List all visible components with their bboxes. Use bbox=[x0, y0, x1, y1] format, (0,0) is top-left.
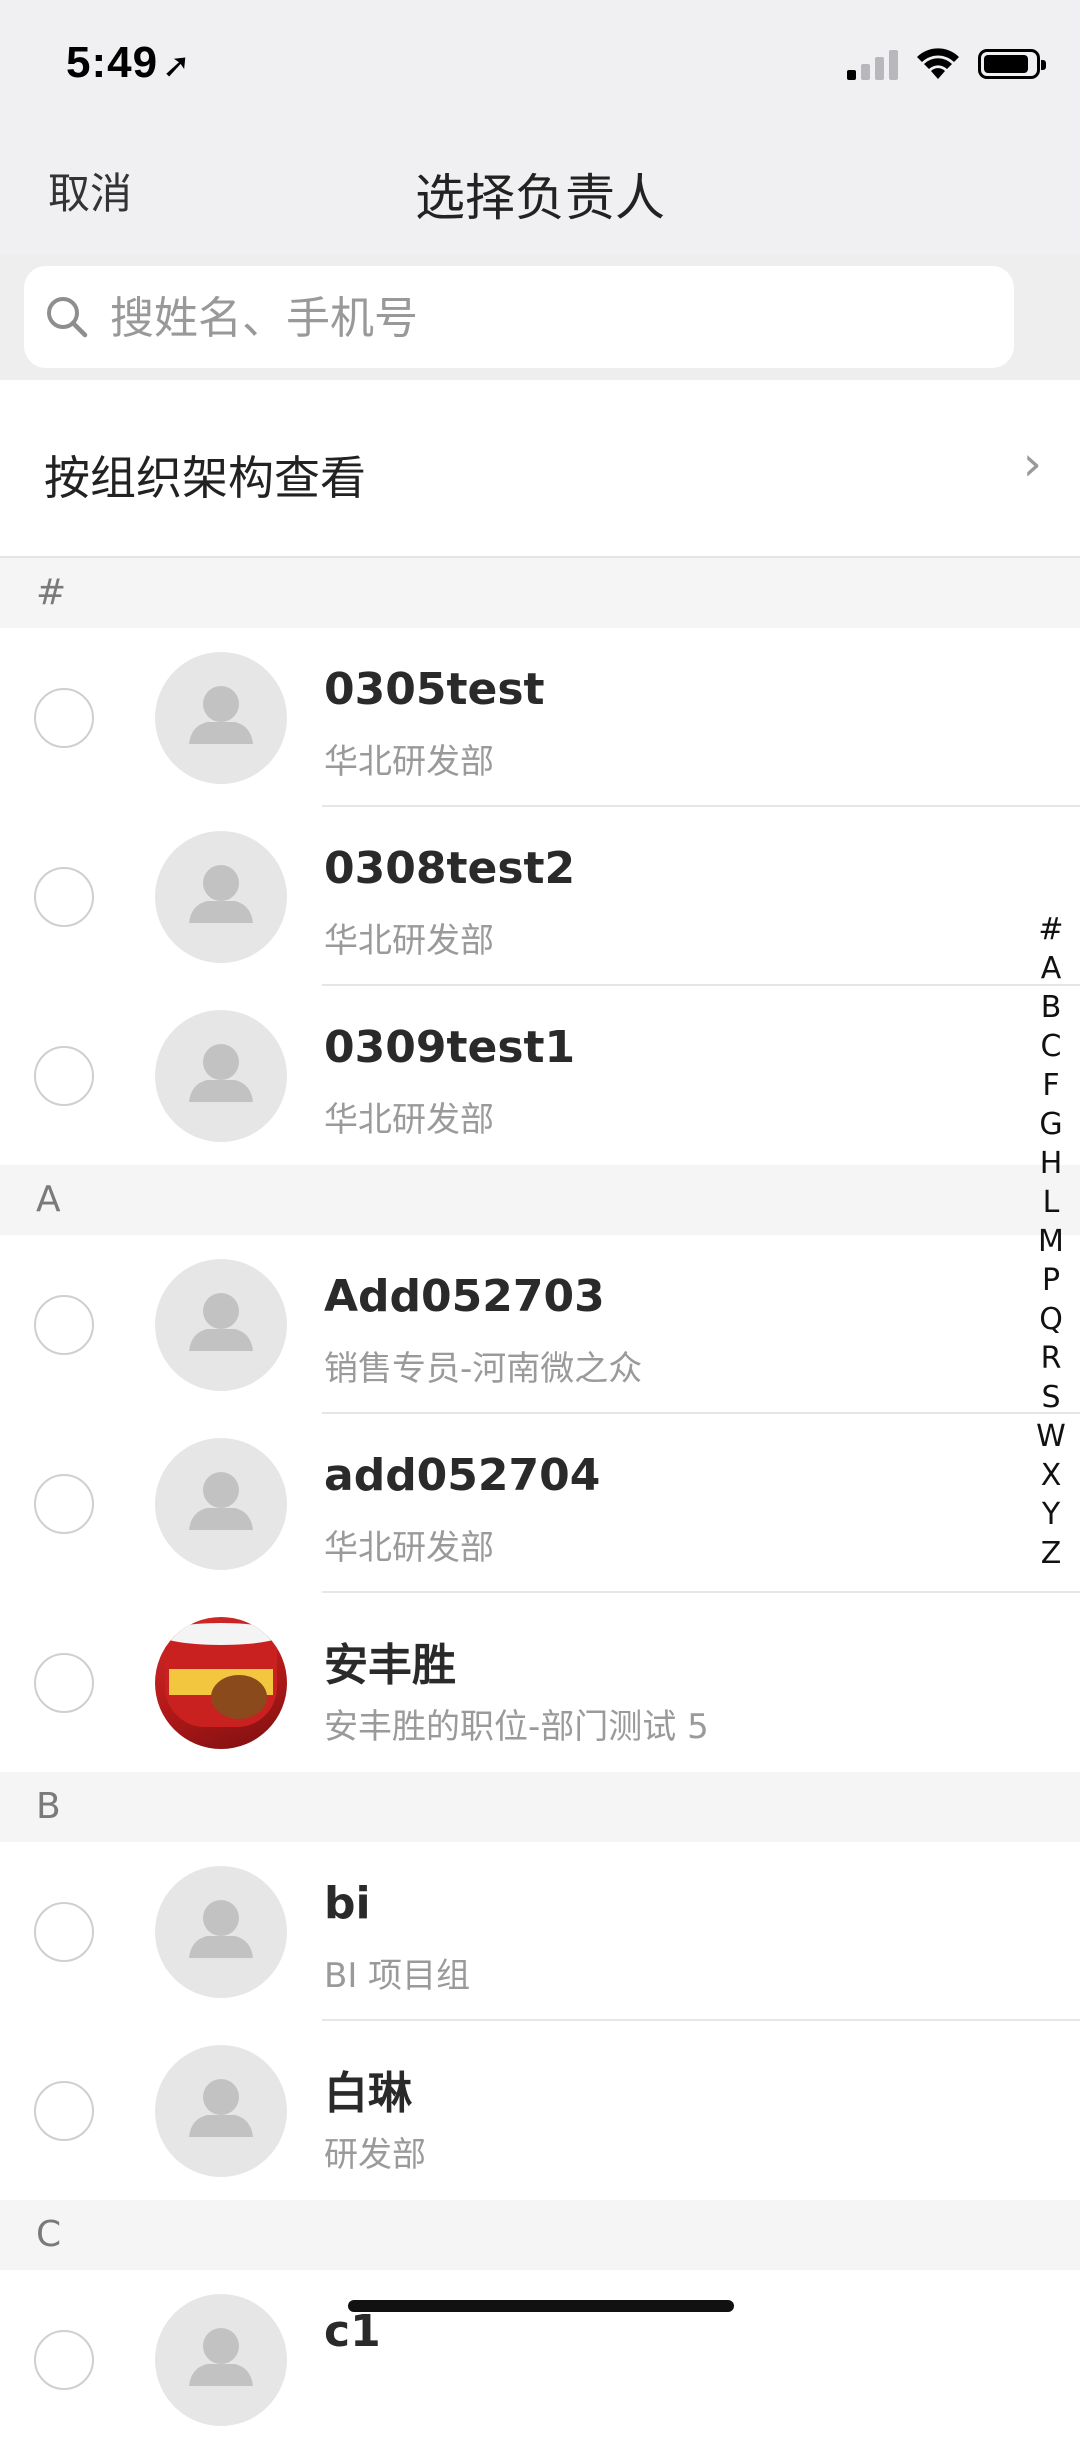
select-checkbox[interactable] bbox=[34, 867, 94, 927]
select-checkbox[interactable] bbox=[34, 1046, 94, 1106]
index-letter[interactable]: Q bbox=[1039, 1300, 1063, 1339]
avatar bbox=[155, 1259, 287, 1391]
section-header-hash: # bbox=[0, 558, 1080, 628]
index-letter[interactable]: H bbox=[1040, 1144, 1063, 1183]
contact-row[interactable]: Add052703 销售专员-河南微之众 bbox=[0, 1235, 1080, 1414]
person-placeholder-icon bbox=[189, 1472, 253, 1530]
contact-dept: 安丰胜的职位-部门测试 5 bbox=[324, 1707, 709, 1747]
org-structure-label: 按组织架构查看 bbox=[44, 451, 366, 505]
contact-name: add052704 bbox=[324, 1450, 601, 1501]
avatar bbox=[155, 1010, 287, 1142]
select-checkbox[interactable] bbox=[34, 1474, 94, 1534]
battery-icon bbox=[978, 49, 1046, 79]
contact-name: 安丰胜 bbox=[324, 1640, 456, 1691]
contact-row[interactable]: c1 bbox=[0, 2270, 1080, 2449]
index-letter[interactable]: P bbox=[1042, 1261, 1060, 1300]
index-letter[interactable]: F bbox=[1042, 1066, 1059, 1105]
person-placeholder-icon bbox=[189, 1293, 253, 1351]
index-letter[interactable]: B bbox=[1041, 988, 1062, 1027]
person-placeholder-icon bbox=[189, 2328, 253, 2386]
status-time: 5:49 ➚ bbox=[66, 38, 192, 88]
index-letter[interactable]: S bbox=[1041, 1378, 1060, 1417]
contact-name: 0309test1 bbox=[324, 1022, 576, 1073]
contact-dept: BI 项目组 bbox=[324, 1956, 471, 1996]
select-checkbox[interactable] bbox=[34, 2330, 94, 2390]
avatar bbox=[155, 1438, 287, 1570]
select-checkbox[interactable] bbox=[34, 1902, 94, 1962]
section-letter: C bbox=[36, 2214, 62, 2255]
person-placeholder-icon bbox=[189, 2079, 253, 2137]
contact-row[interactable]: 0305test 华北研发部 bbox=[0, 628, 1080, 807]
contact-row[interactable]: add052704 华北研发部 bbox=[0, 1414, 1080, 1593]
contact-name: c1 bbox=[324, 2306, 381, 2357]
person-placeholder-icon bbox=[189, 1044, 253, 1102]
avatar bbox=[155, 831, 287, 963]
chevron-right-icon: › bbox=[1022, 436, 1042, 492]
avatar bbox=[155, 1866, 287, 1998]
index-letter[interactable]: X bbox=[1041, 1456, 1062, 1495]
photo-avatar bbox=[155, 1617, 287, 1749]
person-placeholder-icon bbox=[189, 686, 253, 744]
select-checkbox[interactable] bbox=[34, 2081, 94, 2141]
section-letter: B bbox=[36, 1786, 61, 1827]
status-bar: 5:49 ➚ bbox=[0, 0, 1080, 130]
select-checkbox[interactable] bbox=[34, 1653, 94, 1713]
contact-name: 白琳 bbox=[324, 2068, 412, 2119]
search-bar bbox=[0, 254, 1080, 380]
avatar bbox=[155, 2045, 287, 2177]
contact-dept: 华北研发部 bbox=[324, 1528, 494, 1568]
index-letter[interactable]: W bbox=[1036, 1417, 1066, 1456]
section-letter: A bbox=[36, 1179, 61, 1220]
contact-dept: 研发部 bbox=[324, 2135, 426, 2175]
alphabet-index[interactable]: # A B C F G H L M P Q R S W X Y Z bbox=[1028, 910, 1074, 1573]
section-header-a: A bbox=[0, 1165, 1080, 1235]
contact-dept: 华北研发部 bbox=[324, 1100, 494, 1140]
location-arrow-icon: ➚ bbox=[162, 47, 192, 85]
avatar bbox=[155, 2294, 287, 2426]
contact-row[interactable]: 0309test1 华北研发部 bbox=[0, 986, 1080, 1165]
wifi-icon bbox=[917, 48, 959, 79]
index-letter[interactable]: # bbox=[1038, 910, 1063, 949]
contact-row[interactable]: bi BI 项目组 bbox=[0, 1842, 1080, 2021]
status-icons bbox=[847, 44, 1046, 84]
contact-name: 0308test2 bbox=[324, 843, 576, 894]
contact-name: Add052703 bbox=[324, 1271, 605, 1322]
section-header-c: C bbox=[0, 2200, 1080, 2270]
section-letter: # bbox=[36, 572, 67, 613]
status-time-text: 5:49 bbox=[66, 38, 159, 87]
org-structure-row[interactable]: 按组织架构查看 › bbox=[0, 380, 1080, 558]
search-box[interactable] bbox=[24, 266, 1014, 370]
contact-name: bi bbox=[324, 1878, 371, 1929]
contact-list[interactable]: # 0305test 华北研发部 0308test2 华北研发部 0309tes… bbox=[0, 558, 1080, 2449]
index-letter[interactable]: A bbox=[1041, 949, 1062, 988]
person-placeholder-icon bbox=[189, 865, 253, 923]
contact-dept: 华北研发部 bbox=[324, 742, 494, 782]
person-placeholder-icon bbox=[189, 1900, 253, 1958]
page-title: 选择负责人 bbox=[415, 169, 665, 227]
avatar bbox=[155, 652, 287, 784]
index-letter[interactable]: R bbox=[1041, 1339, 1062, 1378]
contact-dept: 华北研发部 bbox=[324, 921, 494, 961]
select-checkbox[interactable] bbox=[34, 1295, 94, 1355]
index-letter[interactable]: M bbox=[1038, 1222, 1064, 1261]
contact-row[interactable]: 0308test2 华北研发部 bbox=[0, 807, 1080, 986]
cellular-signal-icon bbox=[847, 48, 898, 80]
contact-row[interactable]: 安丰胜 安丰胜的职位-部门测试 5 bbox=[0, 1593, 1080, 1772]
search-icon bbox=[47, 297, 88, 338]
contact-name: 0305test bbox=[324, 664, 545, 715]
search-input[interactable] bbox=[108, 266, 992, 370]
index-letter[interactable]: C bbox=[1041, 1027, 1062, 1066]
contact-dept: 销售专员-河南微之众 bbox=[324, 1349, 643, 1389]
select-checkbox[interactable] bbox=[34, 688, 94, 748]
nav-bar: 取消 选择负责人 bbox=[0, 130, 1080, 254]
index-letter[interactable]: Y bbox=[1042, 1495, 1060, 1534]
home-indicator[interactable] bbox=[348, 2300, 734, 2312]
index-letter[interactable]: G bbox=[1039, 1105, 1062, 1144]
section-header-b: B bbox=[0, 1772, 1080, 1842]
index-letter[interactable]: L bbox=[1043, 1183, 1060, 1222]
index-letter[interactable]: Z bbox=[1041, 1534, 1062, 1573]
contact-row[interactable]: 白琳 研发部 bbox=[0, 2021, 1080, 2200]
